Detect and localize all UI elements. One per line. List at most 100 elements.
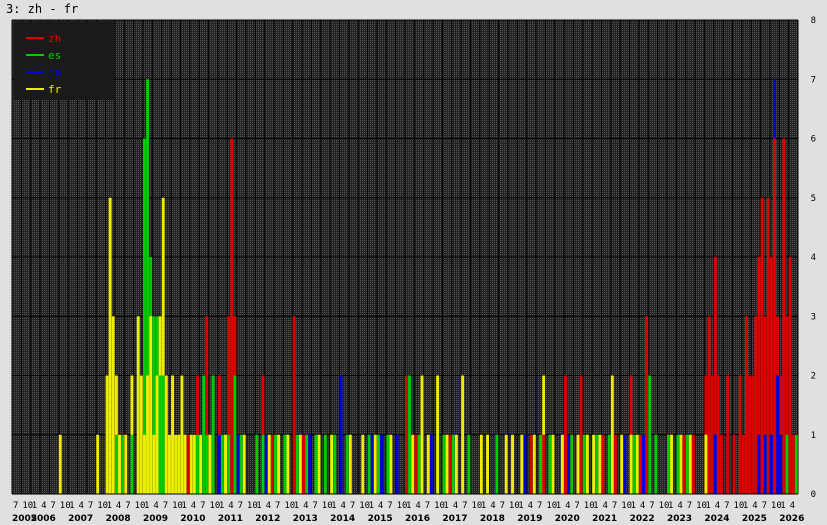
x-month-label: 4 bbox=[565, 501, 570, 511]
bar-zh bbox=[638, 434, 642, 494]
x-month-label: 1 bbox=[743, 501, 748, 511]
bar-fr bbox=[136, 316, 140, 494]
legend-label-ja: ja bbox=[48, 66, 61, 79]
x-month-label: 4 bbox=[228, 501, 233, 511]
bar-fr bbox=[389, 434, 393, 494]
x-month-label: 7 bbox=[574, 501, 579, 511]
bar-zh bbox=[292, 316, 296, 494]
bar-es bbox=[205, 434, 209, 494]
bar-fr bbox=[420, 375, 424, 494]
x-month-label: 7 bbox=[163, 501, 168, 511]
x-month-label: 1 bbox=[144, 501, 149, 511]
bar-es bbox=[314, 434, 318, 494]
bar-fr bbox=[635, 434, 639, 494]
x-month-label: 4 bbox=[378, 501, 383, 511]
bar-es bbox=[196, 434, 199, 494]
bar-ja bbox=[217, 434, 221, 494]
bar-zh bbox=[754, 316, 758, 494]
bar-fr bbox=[180, 375, 184, 494]
x-month-label: 4 bbox=[153, 501, 158, 511]
bar-zh bbox=[529, 434, 533, 494]
bar-fr bbox=[330, 434, 334, 494]
x-year-label: 2022 bbox=[630, 514, 655, 524]
bar-fr bbox=[155, 375, 159, 494]
x-month-label: 4 bbox=[640, 501, 645, 511]
bar-fr bbox=[504, 434, 508, 494]
bar-ja bbox=[779, 434, 783, 494]
bar-fr bbox=[479, 434, 483, 494]
bar-fr bbox=[96, 434, 100, 494]
bar-es bbox=[255, 434, 259, 494]
chart-svg: 0123456787 101 4 7 101 4 7 101 4 7 101 4 7 101 4 7 101 4 7… bbox=[11, 16, 816, 524]
bar-es bbox=[595, 434, 599, 494]
bar-es bbox=[495, 434, 499, 494]
x-month-label: 1 bbox=[443, 501, 448, 511]
x-month-label: 4 bbox=[116, 501, 121, 511]
x-year-label: 2020 bbox=[555, 514, 580, 524]
bar-fr bbox=[267, 434, 271, 494]
bar-es bbox=[202, 375, 206, 494]
bar-fr bbox=[277, 434, 281, 494]
x-month-label: 4 bbox=[41, 501, 46, 511]
bar-zh bbox=[691, 434, 695, 494]
bar-fr bbox=[620, 434, 624, 494]
legend-label-es: es bbox=[48, 49, 61, 62]
bar-zh bbox=[748, 375, 752, 494]
bar-fr bbox=[208, 434, 212, 494]
bar-fr bbox=[286, 434, 290, 494]
bar-fr bbox=[152, 434, 156, 494]
bar-ja bbox=[429, 434, 433, 494]
bar-ja bbox=[380, 434, 383, 494]
x-month-label: 1 bbox=[107, 501, 112, 511]
x-month-label: 4 bbox=[603, 501, 608, 511]
bar-es bbox=[607, 434, 611, 494]
bar-zh bbox=[579, 375, 583, 494]
bar-es bbox=[121, 434, 125, 494]
x-month-label: 7 bbox=[13, 501, 18, 511]
bar-fr bbox=[164, 375, 168, 494]
x-year-label: 2016 bbox=[405, 514, 430, 524]
bar-es bbox=[114, 434, 118, 494]
x-month-label: 4 bbox=[415, 501, 420, 511]
bar-fr bbox=[242, 434, 246, 494]
bar-zh bbox=[766, 197, 770, 494]
bar-es bbox=[785, 434, 789, 494]
x-year-label: 2023 bbox=[667, 514, 692, 524]
bar-es bbox=[305, 434, 309, 494]
bar-fr bbox=[167, 434, 171, 494]
x-month-label: 7 bbox=[537, 501, 542, 511]
bar-es bbox=[367, 434, 371, 494]
bar-es bbox=[333, 434, 337, 494]
bar-fr bbox=[199, 434, 203, 494]
bar-fr bbox=[461, 375, 465, 494]
bar-zh bbox=[302, 434, 305, 494]
bar-fr bbox=[192, 434, 196, 494]
bar-ja bbox=[642, 434, 645, 494]
bar-fr bbox=[146, 375, 150, 494]
bar-zh bbox=[782, 138, 786, 494]
x-month-label: 7 bbox=[312, 501, 317, 511]
bar-es bbox=[386, 434, 390, 494]
bar-fr bbox=[177, 434, 181, 494]
bar-fr bbox=[224, 434, 228, 494]
x-year-label: 2011 bbox=[218, 514, 243, 524]
bar-es bbox=[632, 434, 636, 494]
bar-es bbox=[685, 434, 689, 494]
bar-es bbox=[239, 434, 243, 494]
x-month-label: 7 bbox=[350, 501, 355, 511]
bar-ja bbox=[763, 434, 767, 494]
x-year-label: 2013 bbox=[293, 514, 318, 524]
x-year-label: 2019 bbox=[517, 514, 542, 524]
bar-fr bbox=[592, 434, 596, 494]
y-tick-label: 4 bbox=[811, 253, 816, 263]
bar-zh bbox=[726, 375, 730, 494]
bar-fr bbox=[436, 375, 440, 494]
bar-zh bbox=[760, 197, 764, 494]
bar-ja bbox=[713, 434, 717, 494]
bar-es bbox=[274, 434, 277, 494]
x-month-label: 7 bbox=[762, 501, 767, 511]
x-month-label: 7 bbox=[50, 501, 55, 511]
x-month-label: 1 bbox=[331, 501, 336, 511]
x-year-label: 2007 bbox=[68, 514, 93, 524]
bar-ja bbox=[567, 434, 571, 494]
